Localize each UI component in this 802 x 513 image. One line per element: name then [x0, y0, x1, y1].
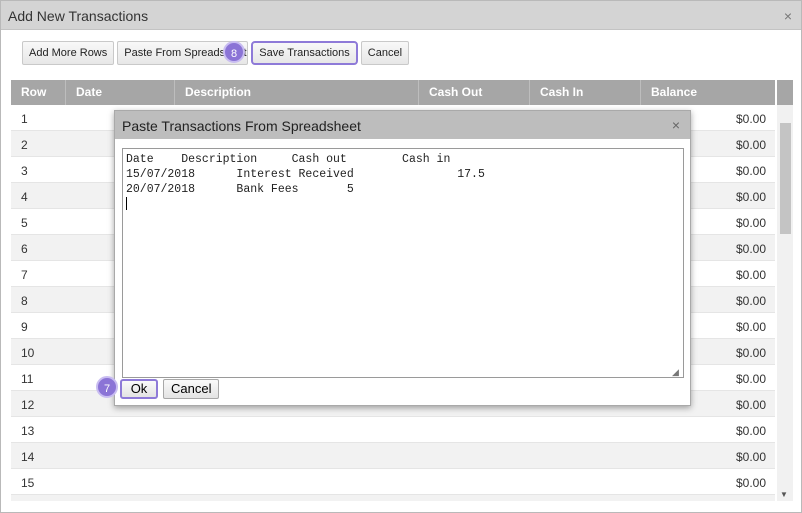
column-header-cash-in[interactable]: Cash In: [530, 80, 641, 105]
row-number: 1: [21, 112, 28, 126]
row-balance: $0.00: [735, 476, 766, 490]
row-number: 14: [21, 450, 35, 464]
row-balance: $0.00: [735, 164, 766, 178]
add-more-rows-button[interactable]: Add More Rows: [22, 41, 115, 65]
row-balance: $0.00: [735, 450, 766, 464]
scroll-down-icon[interactable]: ▼: [780, 490, 788, 499]
row-balance: $0.00: [735, 294, 766, 308]
row-number: 11: [21, 372, 34, 386]
ok-button[interactable]: Ok: [120, 379, 158, 399]
text-caret: [126, 197, 127, 211]
table-row[interactable]: 13 $0.00: [11, 417, 775, 443]
row-balance: $0.00: [735, 346, 766, 360]
save-transactions-button[interactable]: Save Transactions: [251, 41, 358, 65]
window-title: Add New Transactions: [8, 8, 149, 24]
step-badge-ok: 7: [96, 376, 118, 398]
column-header-date[interactable]: Date: [66, 80, 175, 105]
row-balance: $0.00: [735, 372, 766, 386]
paste-textarea[interactable]: Date Description Cash out Cash in 15/07/2…: [122, 148, 684, 378]
table-row[interactable]: 14 $0.00: [11, 443, 775, 469]
close-icon[interactable]: ×: [784, 8, 792, 24]
add-transactions-window: Add New Transactions × Add More Rows Pas…: [0, 0, 802, 513]
row-number: 12: [21, 398, 35, 412]
scrollbar-header-cap: [777, 80, 793, 105]
resize-grip-icon[interactable]: ◢: [672, 367, 679, 378]
row-number: 4: [21, 190, 28, 204]
paste-dialog: Paste Transactions From Spreadsheet × Da…: [114, 110, 691, 406]
row-number: 7: [21, 268, 28, 282]
row-number: 13: [21, 424, 35, 438]
column-header-row[interactable]: Row: [11, 80, 66, 105]
table-row[interactable]: 16$0.00: [11, 495, 775, 501]
column-header-balance[interactable]: Balance: [641, 80, 775, 105]
row-number: 9: [21, 320, 28, 334]
grid-header: Row Date Description Cash Out Cash In Ba…: [11, 80, 775, 105]
scrollbar-thumb[interactable]: [780, 123, 791, 234]
dialog-close-icon[interactable]: ×: [672, 117, 680, 133]
row-balance: $0.00: [735, 216, 766, 230]
window-titlebar: Add New Transactions ×: [1, 1, 801, 30]
row-number: 6: [21, 242, 28, 256]
row-number: 3: [21, 164, 28, 178]
paste-line: 20/07/2018 Bank Fees 5: [126, 183, 354, 196]
row-balance: $0.00: [735, 320, 766, 334]
row-balance: $0.00: [735, 242, 766, 256]
row-number: 15: [21, 476, 35, 490]
row-balance: $0.00: [735, 138, 766, 152]
cancel-button[interactable]: Cancel: [360, 41, 410, 65]
paste-line: 15/07/2018 Interest Received 17.5: [126, 168, 485, 181]
step-badge-save: 8: [223, 41, 245, 63]
row-number: 10: [21, 346, 35, 360]
row-balance: $0.00: [735, 398, 766, 412]
row-number: 5: [21, 216, 28, 230]
row-number: 8: [21, 294, 28, 308]
grid-scrollbar[interactable]: ▼: [777, 80, 793, 501]
row-balance: $0.00: [735, 424, 766, 438]
row-balance: $0.00: [735, 112, 766, 126]
dialog-cancel-button[interactable]: Cancel: [163, 379, 220, 399]
paste-line: Date Description Cash out Cash in: [126, 153, 451, 166]
column-header-cash-out[interactable]: Cash Out: [419, 80, 530, 105]
table-row[interactable]: 15 $0.00: [11, 469, 775, 495]
row-balance: $0.00: [735, 268, 766, 282]
row-balance: $0.00: [735, 190, 766, 204]
toolbar: Add More Rows Paste From Spreadsheet Sav…: [22, 41, 410, 65]
column-header-description[interactable]: Description: [175, 80, 419, 105]
dialog-title: Paste Transactions From Spreadsheet: [122, 118, 361, 134]
dialog-titlebar: Paste Transactions From Spreadsheet ×: [115, 111, 690, 139]
row-number: 2: [21, 138, 28, 152]
